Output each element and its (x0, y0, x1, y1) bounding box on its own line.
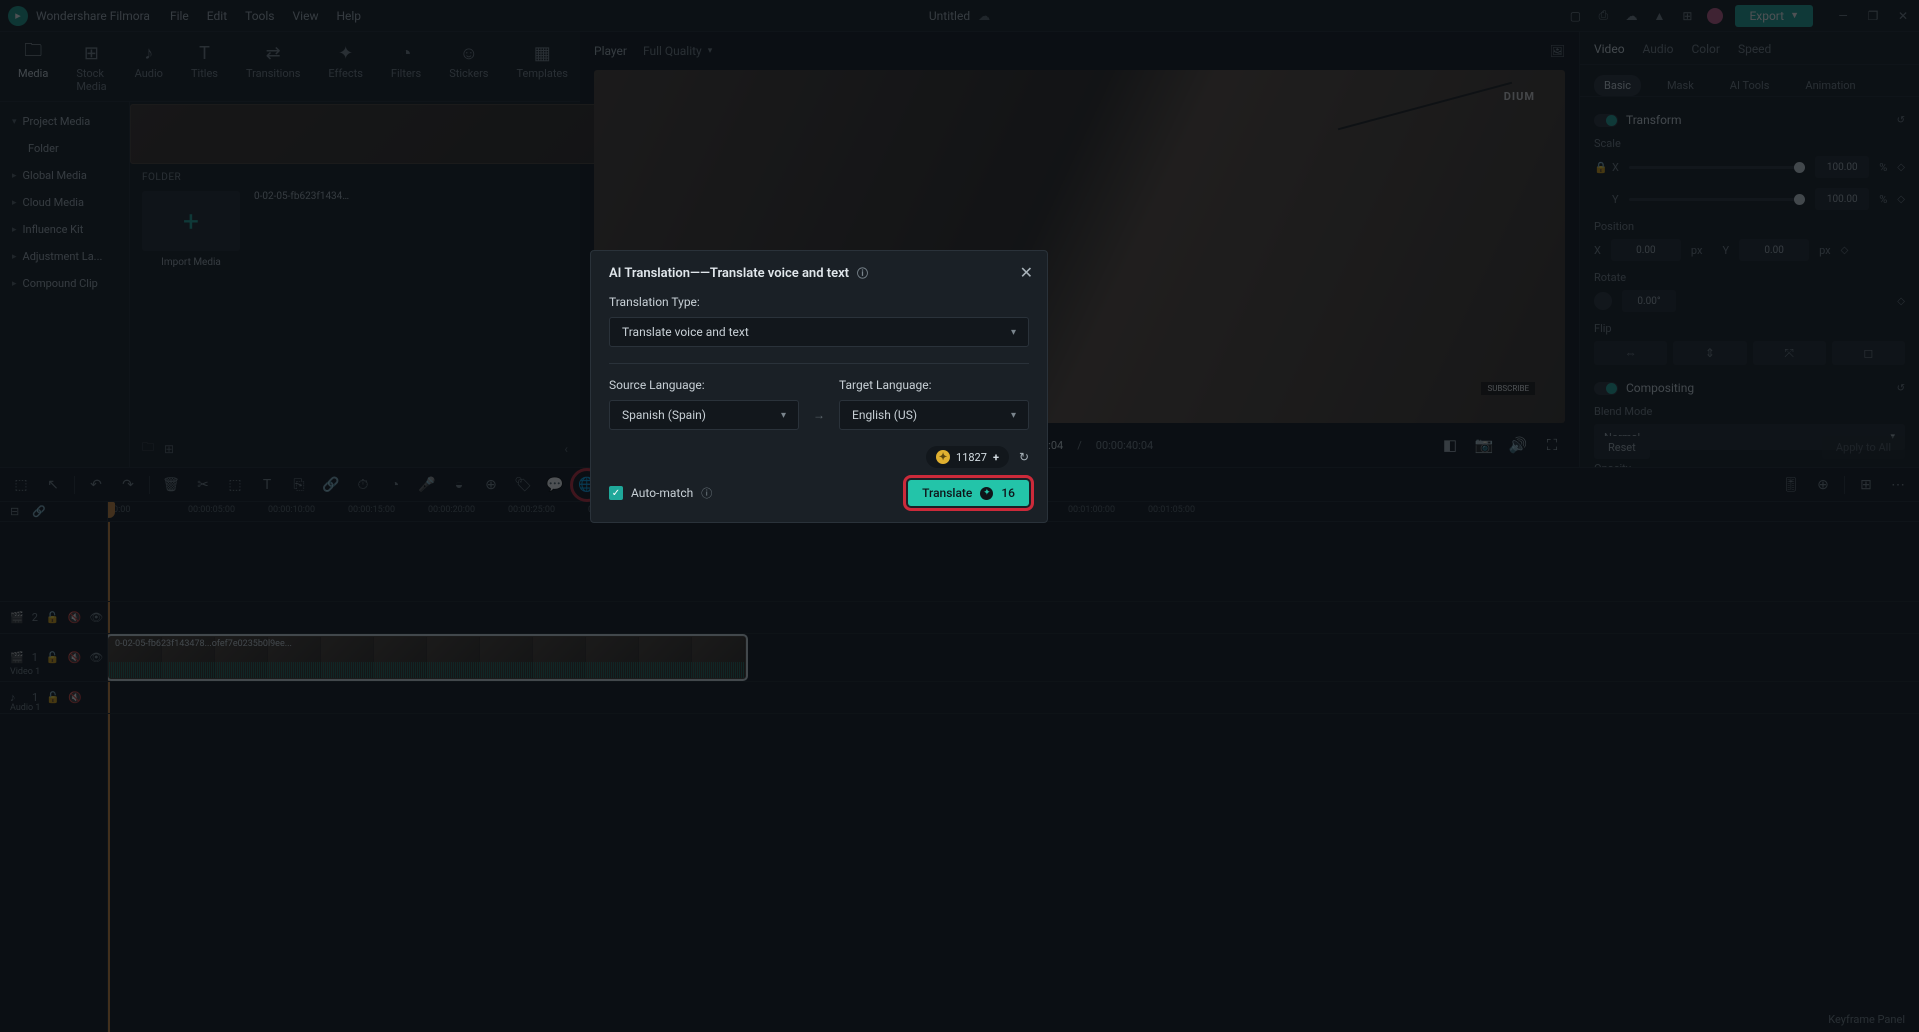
refresh-icon[interactable]: ↻ (1019, 450, 1029, 464)
translation-type-select[interactable]: Translate voice and text▾ (609, 317, 1029, 347)
coin-icon: ✦ (980, 487, 993, 500)
info-icon[interactable]: ⓘ (701, 485, 712, 501)
check-icon: ✓ (609, 486, 623, 500)
target-lang-label: Target Language: (839, 378, 1029, 392)
translation-type-label: Translation Type: (609, 295, 1029, 309)
chevron-down-icon: ▾ (1011, 327, 1016, 338)
target-lang-select[interactable]: English (US)▾ (839, 400, 1029, 430)
ai-translation-dialog: AI Translation——Translate voice and text… (590, 250, 1048, 523)
arrow-right-icon: → (813, 408, 825, 422)
source-lang-select[interactable]: Spanish (Spain)▾ (609, 400, 799, 430)
modal-title: AI Translation——Translate voice and text (609, 266, 849, 281)
credits-balance[interactable]: ✦ 11827 + (926, 446, 1009, 468)
auto-match-checkbox[interactable]: ✓ Auto-match ⓘ (609, 485, 712, 501)
translate-button[interactable]: Translate ✦ 16 (908, 480, 1029, 506)
close-icon[interactable]: ✕ (1020, 263, 1033, 282)
info-icon[interactable]: ⓘ (857, 265, 868, 281)
source-lang-label: Source Language: (609, 378, 799, 392)
chevron-down-icon: ▾ (781, 410, 786, 421)
chevron-down-icon: ▾ (1011, 410, 1016, 421)
plus-icon: + (993, 451, 999, 464)
coin-icon: ✦ (936, 450, 950, 464)
